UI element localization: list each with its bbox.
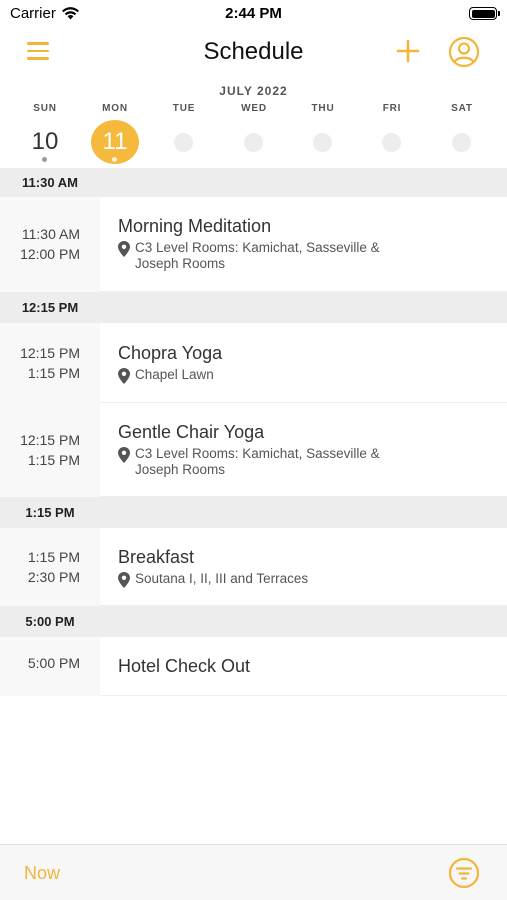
day-name: FRI [382,103,402,114]
status-time: 2:44 PM [225,5,282,22]
event-time: 5:00 PM [0,637,100,696]
day-friday[interactable]: FRI [362,102,422,166]
event-location-text: Soutana I, II, III and Terraces [135,571,309,586]
day-monday[interactable]: MON 11 [85,102,145,166]
event-details: Morning Meditation C3 Level Rooms: Kamic… [100,197,507,292]
event-details: Chopra Yoga Chapel Lawn [100,323,507,403]
location-pin-icon [118,368,130,384]
day-sunday[interactable]: SUN 10 [15,102,75,166]
day-wednesday[interactable]: WED [224,102,284,166]
day-saturday[interactable]: SAT [432,102,492,166]
event-end-time: 1:15 PM [27,365,80,381]
status-bar: Carrier 2:44 PM [0,0,507,28]
empty-day-dot [452,133,471,152]
section-time-label: 1:15 PM [25,505,75,520]
event-row[interactable]: 11:30 AM 12:00 PM Morning Meditation C3 … [0,197,507,292]
empty-day-dot [313,133,332,152]
time-section-header: 11:30 AM [0,168,507,197]
event-start-time: 12:15 PM [20,432,80,448]
day-name: WED [241,103,267,114]
event-row[interactable]: 1:15 PM 2:30 PM Breakfast Soutana I, II,… [0,528,507,606]
event-start-time: 1:15 PM [27,549,80,565]
event-indicator-dot [42,157,47,162]
day-thursday[interactable]: THU [293,102,353,166]
plus-icon[interactable] [395,38,421,64]
event-title: Morning Meditation [118,216,272,236]
day-tuesday[interactable]: TUE [154,102,214,166]
event-location: C3 Level Rooms: Kamichat, Sasseville & J… [118,446,507,478]
section-time-label: 12:15 PM [21,300,79,315]
day-name: THU [311,103,335,114]
event-details: Gentle Chair Yoga C3 Level Rooms: Kamich… [100,403,507,497]
event-location-text: Chapel Lawn [135,367,214,382]
event-end-time: 1:15 PM [27,452,80,468]
event-details: Hotel Check Out [100,637,507,696]
empty-day-dot [244,133,263,152]
time-section-header: 5:00 PM [0,606,507,637]
event-time: 1:15 PM 2:30 PM [0,528,100,606]
schedule-list: 11:30 AM 11:30 AM 12:00 PM Morning Medit… [0,168,507,696]
filter-icon[interactable] [448,857,480,889]
day-name: SAT [451,103,473,114]
event-location: C3 Level Rooms: Kamichat, Sasseville & J… [118,240,507,272]
event-details: Breakfast Soutana I, II, III and Terrace… [100,528,507,606]
bottom-toolbar: Now [0,844,507,900]
location-pin-icon [118,572,130,588]
section-time-label: 11:30 AM [22,175,78,190]
empty-day-dot [382,133,401,152]
event-title: Hotel Check Out [118,656,251,676]
event-start-time: 5:00 PM [27,655,80,671]
event-location: Soutana I, II, III and Terraces [118,571,507,588]
event-indicator-dot [112,157,117,162]
page-title: Schedule [203,38,304,65]
location-pin-icon [118,241,130,257]
now-button[interactable]: Now [24,863,60,884]
day-name: MON [102,103,128,114]
event-location-text: C3 Level Rooms: Kamichat, Sasseville & J… [135,240,380,271]
week-calendar: JULY 2022 SUN 10 MON 11 TUE WED THU FRI … [0,80,507,168]
event-location: Chapel Lawn [118,367,507,384]
day-name: SUN [33,103,57,114]
battery-icon [469,7,500,20]
time-section-header: 1:15 PM [0,497,507,528]
event-title: Gentle Chair Yoga [118,422,265,442]
event-title: Chopra Yoga [118,343,223,363]
event-location-text: C3 Level Rooms: Kamichat, Sasseville & J… [135,446,380,477]
day-name: TUE [172,103,196,114]
event-end-time: 2:30 PM [27,569,80,585]
event-time: 11:30 AM 12:00 PM [0,197,100,292]
event-time: 12:15 PM 1:15 PM [0,403,100,497]
event-end-time: 12:00 PM [20,246,80,262]
time-section-header: 12:15 PM [0,292,507,323]
event-row[interactable]: 12:15 PM 1:15 PM Chopra Yoga Chapel Lawn [0,323,507,403]
event-time: 12:15 PM 1:15 PM [0,323,100,403]
user-circle-icon[interactable] [448,36,480,68]
event-start-time: 12:15 PM [20,345,80,361]
event-start-time: 11:30 AM [21,226,80,242]
nav-bar: Schedule [0,28,507,78]
event-row[interactable]: 12:15 PM 1:15 PM Gentle Chair Yoga C3 Le… [0,403,507,497]
event-title: Breakfast [118,547,195,567]
section-time-label: 5:00 PM [25,614,75,629]
empty-day-dot [174,133,193,152]
month-label: JULY 2022 [219,84,288,98]
location-pin-icon [118,447,130,463]
event-row[interactable]: 5:00 PM Hotel Check Out [0,637,507,696]
